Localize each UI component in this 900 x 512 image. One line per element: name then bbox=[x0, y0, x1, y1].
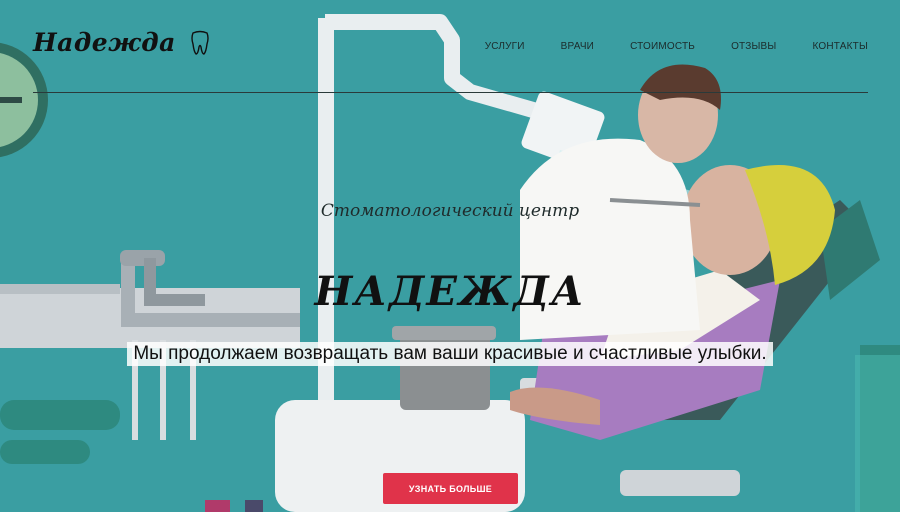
hero-subtitle: Стоматологический центр bbox=[320, 201, 580, 221]
nav-item-prices[interactable]: СТОИМОСТЬ bbox=[630, 41, 695, 52]
nav-item-services[interactable]: УСЛУГИ bbox=[485, 41, 525, 52]
learn-more-button[interactable]: УЗНАТЬ БОЛЬШЕ bbox=[383, 473, 518, 504]
nav-item-contacts[interactable]: КОНТАКТЫ bbox=[812, 41, 868, 52]
hero-section: Надежда УСЛУГИ ВРАЧИ СТОИМОСТЬ ОТЗЫВЫ КО… bbox=[0, 0, 900, 512]
nav-item-reviews[interactable]: ОТЗЫВЫ bbox=[731, 41, 776, 52]
brand-name: Надежда bbox=[33, 28, 176, 57]
header-divider bbox=[33, 92, 868, 93]
main-nav: УСЛУГИ ВРАЧИ СТОИМОСТЬ ОТЗЫВЫ КОНТАКТЫ bbox=[485, 41, 868, 52]
hero-tagline-wrap: Мы продолжаем возвращать вам ваши красив… bbox=[0, 342, 900, 366]
hero-tagline: Мы продолжаем возвращать вам ваши красив… bbox=[127, 342, 773, 366]
tooth-icon bbox=[191, 30, 209, 55]
brand-logo[interactable]: Надежда bbox=[33, 28, 210, 57]
hero-title: НАДЕЖДА bbox=[314, 268, 586, 315]
nav-item-doctors[interactable]: ВРАЧИ bbox=[561, 41, 594, 52]
site-header: Надежда УСЛУГИ ВРАЧИ СТОИМОСТЬ ОТЗЫВЫ КО… bbox=[0, 0, 900, 95]
